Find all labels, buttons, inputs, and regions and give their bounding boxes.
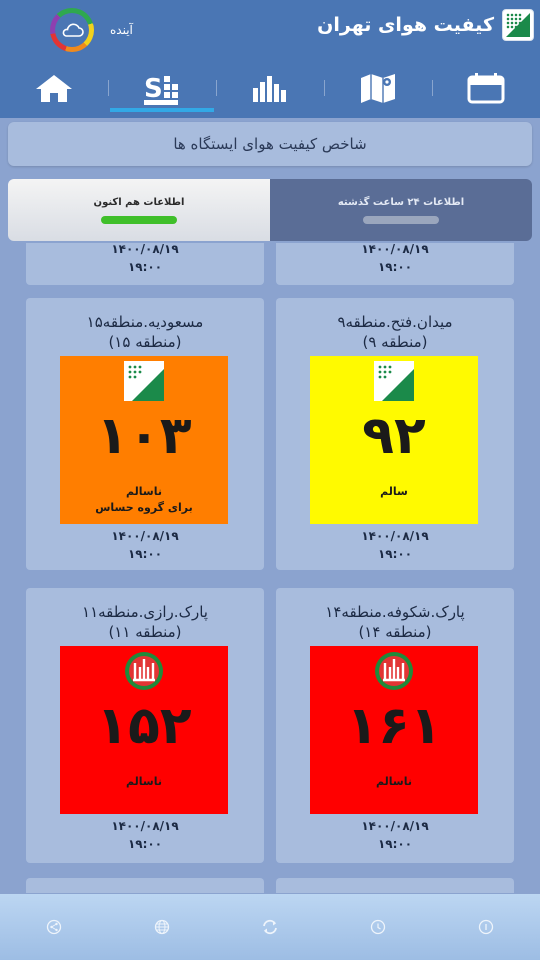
stations-icon: S <box>144 74 178 105</box>
station-time: ۱۹:۰۰ <box>377 837 413 851</box>
station-time: ۱۹:۰۰ <box>377 547 413 561</box>
home-icon <box>36 75 72 102</box>
station-date: ۱۴۰۰/۰۸/۱۹ <box>361 243 429 256</box>
station-card-next-left[interactable] <box>26 878 264 893</box>
station-card-prev-right[interactable]: ۱۴۰۰/۰۸/۱۹ ۱۹:۰۰ <box>276 243 514 285</box>
green-leaf-logo-icon <box>374 361 414 401</box>
tab-past-24h-label: اطلاعات ۲۴ ساعت گذشته <box>337 196 465 208</box>
aqi-box: ۱۶۱ ناسالم <box>310 646 478 814</box>
station-date: ۱۴۰۰/۰۸/۱۹ <box>361 529 429 543</box>
clock-icon <box>478 919 494 935</box>
station-district: (منطقه ۱۵) <box>108 333 182 351</box>
station-date: ۱۴۰۰/۰۸/۱۹ <box>111 819 179 833</box>
tab-past-24h-indicator <box>363 215 439 224</box>
aqi-box: ۱۰۳ ناسالم برای گروه حساس <box>60 356 228 524</box>
station-name: میدان.فتح.منطقه۹ <box>337 313 453 331</box>
aqi-value: ۹۲ <box>362 406 426 466</box>
aqi-box: ۱۵۲ ناسالم <box>60 646 228 814</box>
nav-home[interactable] <box>0 62 108 114</box>
tab-now[interactable]: اطلاعات هم اکنون <box>8 179 270 241</box>
map-icon <box>361 74 395 103</box>
station-card[interactable]: مسعودیه.منطقه۱۵ (منطقه ۱۵) ۱۰۳ ناسالم بر… <box>26 298 264 570</box>
station-time: ۱۹:۰۰ <box>127 260 163 274</box>
app-header: کیفیت هوای تهران آینده S <box>0 0 540 118</box>
tab-now-label: اطلاعات هم اکنون <box>93 196 185 208</box>
share-icon <box>46 919 62 935</box>
aqi-status: ناسالم برای گروه حساس <box>60 484 228 516</box>
station-district: (منطقه ۱۱) <box>108 623 182 641</box>
forecast-label: آینده <box>110 23 133 37</box>
aqi-box: ۹۲ سالم <box>310 356 478 524</box>
station-date: ۱۴۰۰/۰۸/۱۹ <box>111 243 179 256</box>
nav-stations[interactable]: S <box>108 62 216 114</box>
main-nav: S <box>0 62 540 114</box>
aqi-value: ۱۵۲ <box>96 696 192 756</box>
station-card[interactable]: پارک.رازی.منطقه۱۱ (منطقه ۱۱) ۱۵۲ ناسالم … <box>26 588 264 863</box>
share-button[interactable] <box>24 907 84 947</box>
aqi-status-line-1: ناسالم <box>126 485 162 498</box>
globe-icon <box>154 919 170 935</box>
green-leaf-logo-icon <box>124 361 164 401</box>
forecast-ring-icon <box>50 8 94 52</box>
aqi-status: ناسالم <box>60 774 228 790</box>
station-time: ۱۹:۰۰ <box>127 837 163 851</box>
aqi-value: ۱۶۱ <box>346 696 442 756</box>
station-card-next-right[interactable] <box>276 878 514 893</box>
station-grid[interactable]: ۱۴۰۰/۰۸/۱۹ ۱۹:۰۰ ۱۴۰۰/۰۸/۱۹ ۱۹:۰۰ میدان.… <box>0 243 540 893</box>
bottom-toolbar <box>0 894 540 960</box>
station-card-prev-left[interactable]: ۱۴۰۰/۰۸/۱۹ ۱۹:۰۰ <box>26 243 264 285</box>
aqi-status: سالم <box>310 484 478 500</box>
app-title: کیفیت هوای تهران <box>317 8 534 42</box>
tab-past-24h[interactable]: اطلاعات ۲۴ ساعت گذشته <box>270 179 532 241</box>
station-date: ۱۴۰۰/۰۸/۱۹ <box>361 819 429 833</box>
aqi-status-line-1: سالم <box>380 485 408 498</box>
aqi-status-line-2: برای گروه حساس <box>95 501 193 514</box>
station-time: ۱۹:۰۰ <box>377 260 413 274</box>
svg-text:S: S <box>144 74 163 104</box>
app-title-text: کیفیت هوای تهران <box>317 14 494 36</box>
station-district: (منطقه ۹) <box>362 333 428 351</box>
station-name: مسعودیه.منطقه۱۵ <box>86 313 204 331</box>
aqi-status: ناسالم <box>310 774 478 790</box>
station-card[interactable]: پارک.شکوفه.منطقه۱۴ (منطقه ۱۴) ۱۶۱ ناسالم… <box>276 588 514 863</box>
station-card[interactable]: میدان.فتح.منطقه۹ (منطقه ۹) ۹۲ سالم ۱۴۰۰/… <box>276 298 514 570</box>
info-icon <box>370 919 386 935</box>
station-time: ۱۹:۰۰ <box>127 547 163 561</box>
refresh-button[interactable] <box>240 907 300 947</box>
cloud-icon <box>62 23 84 37</box>
station-date: ۱۴۰۰/۰۸/۱۹ <box>111 529 179 543</box>
aqi-value: ۱۰۳ <box>96 406 192 466</box>
station-district: (منطقه ۱۴) <box>358 623 432 641</box>
tehran-municipality-emblem-icon <box>375 652 413 690</box>
language-button[interactable] <box>132 907 192 947</box>
nav-calendar[interactable] <box>432 62 540 114</box>
nav-map[interactable] <box>324 62 432 114</box>
bar-chart-icon <box>253 76 286 102</box>
nav-statistics[interactable] <box>216 62 324 114</box>
about-button[interactable] <box>456 907 516 947</box>
calendar-icon <box>467 73 505 104</box>
station-name: پارک.رازی.منطقه۱۱ <box>82 603 208 621</box>
page-title: شاخص کیفیت هوای ایستگاه ها <box>8 122 532 166</box>
forecast-button[interactable]: آینده <box>50 8 133 52</box>
station-name: پارک.شکوفه.منطقه۱۴ <box>325 603 465 621</box>
aqi-status-line-1: ناسالم <box>376 775 412 788</box>
tab-now-indicator <box>101 215 177 224</box>
info-button[interactable] <box>348 907 408 947</box>
aqi-status-line-1: ناسالم <box>126 775 162 788</box>
tehran-municipality-emblem-icon <box>125 652 163 690</box>
refresh-icon <box>263 919 277 935</box>
data-tabs: اطلاعات ۲۴ ساعت گذشته اطلاعات هم اکنون <box>8 179 532 241</box>
app-logo-icon <box>502 9 534 41</box>
